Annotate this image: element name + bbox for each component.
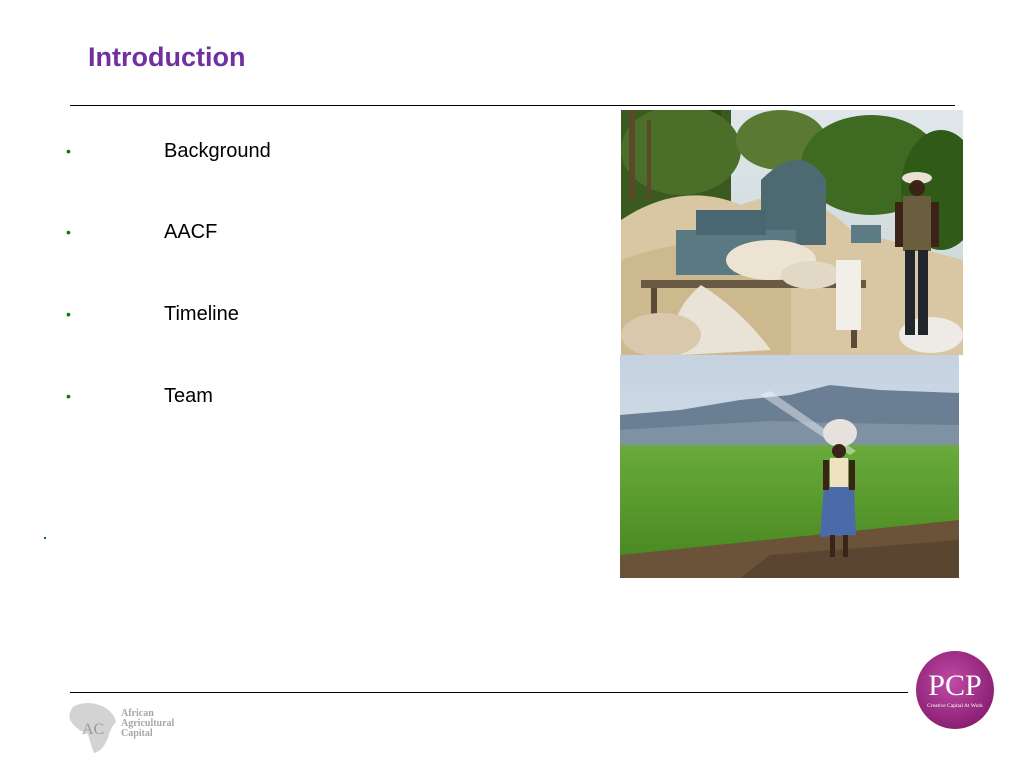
bullet-icon: • — [66, 224, 71, 240]
bullet-icon: • — [66, 388, 71, 404]
title-divider — [70, 105, 955, 106]
pcp-logo-badge: PCP Creative Capital At Work — [916, 651, 994, 729]
pcp-logo: PCP Creative Capital At Work — [915, 650, 995, 730]
footer-divider — [70, 692, 908, 693]
bullet-label: AACF — [164, 221, 218, 243]
rice-field-photo-image — [620, 355, 959, 578]
aac-logo: AC African Agricultural Capital — [66, 698, 196, 756]
bullet-label: Background — [164, 140, 271, 162]
workers-photo — [621, 110, 963, 355]
bullet-icon: • — [66, 143, 71, 159]
workers-photo-image — [621, 110, 963, 355]
bullet-label: Team — [164, 385, 213, 407]
slide-title: Introduction — [88, 42, 246, 72]
bullet-label: Timeline — [164, 303, 239, 325]
aac-logo-line: Capital — [121, 728, 153, 739]
aac-logo-text: African Agricultural Capital — [121, 709, 174, 739]
aac-logo-mark: AC — [82, 721, 104, 738]
rice-field-photo — [620, 355, 959, 578]
pcp-logo-name: PCP — [928, 669, 981, 702]
pcp-logo-tagline: Creative Capital At Work — [927, 703, 983, 709]
stray-dot — [44, 537, 46, 539]
bullet-icon: • — [66, 306, 71, 322]
